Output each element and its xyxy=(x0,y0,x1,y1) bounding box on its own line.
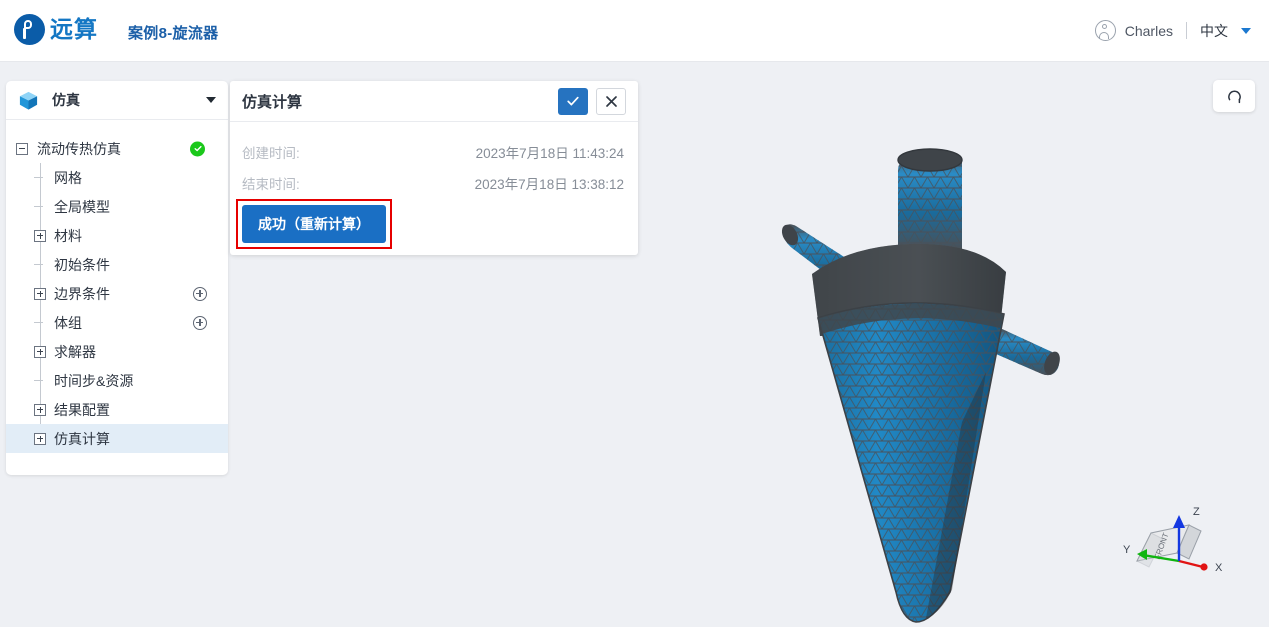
dialog-header: 仿真计算 xyxy=(230,81,638,122)
tree-elbow-icon xyxy=(34,317,46,329)
axis-x-line xyxy=(1178,559,1204,569)
sidebar-item-label: 仿真计算 xyxy=(54,430,110,447)
created-time-value: 2023年7月18日 11:43:24 xyxy=(475,145,624,161)
dialog-actions xyxy=(558,87,626,115)
end-time-value: 2023年7月18日 13:38:12 xyxy=(474,176,624,192)
expand-icon[interactable] xyxy=(34,345,46,358)
sidebar-item-2[interactable]: 全局模型 xyxy=(6,192,228,221)
sidebar-item-8[interactable]: 时间步&资源 xyxy=(6,366,228,395)
simulation-sidebar: 仿真 流动传热仿真网格全局模型材料初始条件边界条件体组求解器时间步&资源 结果配置… xyxy=(6,81,228,475)
user-area: Charles 中文 xyxy=(1094,20,1251,41)
recalculate-button[interactable]: 成功（重新计算） xyxy=(242,205,386,243)
mesh-cone-body xyxy=(817,302,1005,623)
sidebar-item-9[interactable]: 结果配置 xyxy=(6,395,228,424)
yuansuan-logo-icon xyxy=(14,14,45,45)
sidebar-item-label: 网格 xyxy=(54,169,82,186)
status-badge-success xyxy=(190,141,205,156)
sidebar-item-label: 流动传热仿真 xyxy=(37,140,121,157)
info-row: 创建时间: 2023年7月18日 11:43:24 xyxy=(242,136,624,167)
dialog-title: 仿真计算 xyxy=(242,93,303,111)
tree-elbow-icon xyxy=(34,259,46,271)
axis-x-label: X xyxy=(1215,562,1223,574)
sidebar-item-4[interactable]: 初始条件 xyxy=(6,250,228,279)
tree-elbow-icon xyxy=(34,201,46,213)
sidebar-item-7[interactable]: 求解器 xyxy=(6,337,228,366)
recalculate-button-wrap: 成功（重新计算） xyxy=(236,199,392,249)
axis-x-tip xyxy=(1200,563,1208,571)
add-circle-icon[interactable] xyxy=(193,286,207,301)
sidebar-item-label: 边界条件 xyxy=(54,285,110,302)
reset-view-icon xyxy=(1227,90,1241,103)
brand-name: 远算 xyxy=(50,16,98,42)
close-icon xyxy=(605,95,617,107)
sidebar-header-label: 仿真 xyxy=(52,92,80,108)
mesh-outlet-stub-right xyxy=(996,328,1060,376)
end-time-label: 结束时间: xyxy=(242,176,300,192)
add-circle-icon[interactable] xyxy=(193,315,207,330)
cyclone-separator-mesh[interactable] xyxy=(700,122,1120,627)
axis-triad-indicator[interactable]: FRONT X Y Z xyxy=(1107,495,1227,585)
sidebar-item-0[interactable]: 流动传热仿真 xyxy=(6,134,228,163)
brand-logo[interactable]: 远算 xyxy=(14,14,98,45)
axis-y-label: Y xyxy=(1123,544,1131,556)
mesh-outlet-pipe xyxy=(897,148,963,250)
app-header: 远算 案例8-旋流器 Charles 中文 xyxy=(0,0,1269,62)
sidebar-item-3[interactable]: 材料 xyxy=(6,221,228,250)
reset-view-button[interactable] xyxy=(1213,80,1255,112)
user-name[interactable]: Charles xyxy=(1125,23,1173,39)
info-row: 结束时间: 2023年7月18日 13:38:12 xyxy=(242,167,624,198)
sidebar-item-label: 初始条件 xyxy=(54,256,110,273)
sidebar-item-1[interactable]: 网格 xyxy=(6,163,228,192)
dialog-body: 创建时间: 2023年7月18日 11:43:24 结束时间: 2023年7月1… xyxy=(230,122,638,255)
sidebar-item-10[interactable]: 仿真计算 xyxy=(6,424,228,453)
expand-icon[interactable] xyxy=(34,287,46,300)
language-label[interactable]: 中文 xyxy=(1200,21,1228,41)
cancel-button[interactable] xyxy=(596,87,626,115)
sidebar-item-6[interactable]: 体组 xyxy=(6,308,228,337)
user-circle-icon xyxy=(1094,20,1116,41)
sidebar-item-label: 全局模型 xyxy=(54,198,110,215)
expand-icon[interactable] xyxy=(34,432,46,445)
sidebar-item-label: 时间步&资源 xyxy=(54,372,134,389)
axis-z-tip xyxy=(1173,515,1185,528)
tree-elbow-icon xyxy=(34,375,46,387)
confirm-button[interactable] xyxy=(558,87,588,115)
simulation-run-dialog: 仿真计算 创建时间: 2023年7月18日 11:43:24 结束时间: 202… xyxy=(230,81,638,255)
check-icon xyxy=(567,96,579,106)
cube-icon xyxy=(19,91,38,110)
axis-z-label: Z xyxy=(1193,506,1200,518)
sidebar-header[interactable]: 仿真 xyxy=(6,81,228,120)
page-title: 案例8-旋流器 xyxy=(128,25,219,42)
chevron-down-icon[interactable] xyxy=(1241,27,1251,34)
axis-cube: FRONT xyxy=(1136,524,1202,568)
header-divider xyxy=(1186,22,1187,39)
tree-elbow-icon xyxy=(34,172,46,184)
chevron-down-icon[interactable] xyxy=(206,97,216,103)
sidebar-item-label: 结果配置 xyxy=(54,401,110,418)
sidebar-item-label: 材料 xyxy=(54,227,82,244)
simulation-tree: 流动传热仿真网格全局模型材料初始条件边界条件体组求解器时间步&资源 结果配置仿真计… xyxy=(6,120,228,475)
expand-icon[interactable] xyxy=(34,403,46,416)
expand-icon[interactable] xyxy=(34,229,46,242)
created-time-label: 创建时间: xyxy=(242,145,300,161)
collapse-icon[interactable] xyxy=(16,142,28,155)
sidebar-item-label: 体组 xyxy=(54,314,82,331)
sidebar-item-5[interactable]: 边界条件 xyxy=(6,279,228,308)
sidebar-item-label: 求解器 xyxy=(54,343,96,360)
